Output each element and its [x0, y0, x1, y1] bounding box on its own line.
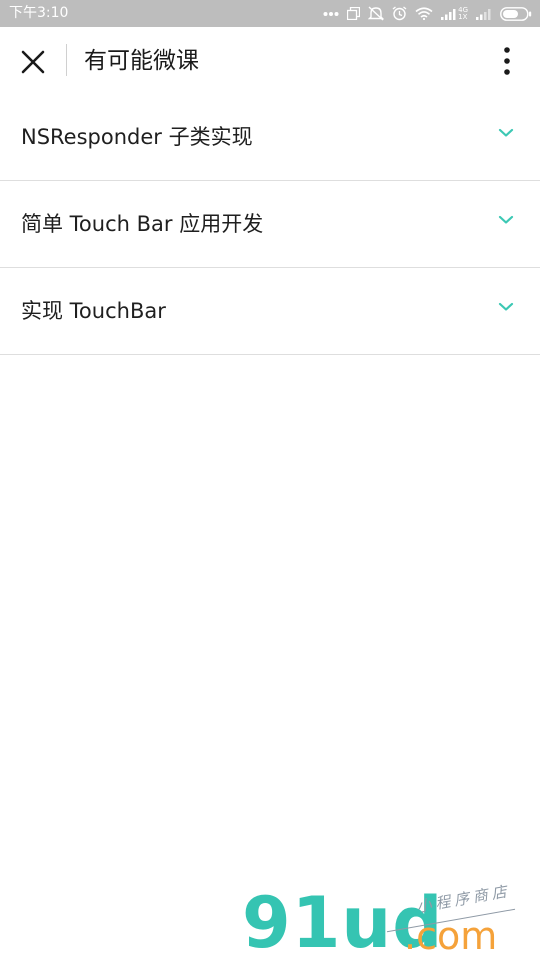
chevron-down-icon[interactable]	[498, 302, 514, 312]
list-item[interactable]: NSResponder 子类实现	[0, 94, 540, 181]
network-type: 4G 1X	[458, 5, 468, 21]
status-time: 下午3:10	[9, 5, 69, 21]
battery-icon	[500, 6, 532, 21]
screen-icon	[347, 7, 361, 20]
list-item[interactable]: 实现 TouchBar	[0, 268, 540, 355]
signal-icon	[476, 8, 491, 20]
wifi-icon	[415, 7, 433, 20]
more-options-button[interactable]	[496, 45, 518, 79]
more-dots-icon	[323, 11, 339, 16]
page-title: 有可能微课	[84, 48, 199, 74]
close-button[interactable]	[18, 47, 48, 77]
list-item-label: 实现 TouchBar	[21, 299, 166, 323]
alarm-icon	[392, 6, 407, 21]
nav-header: 有可能微课	[0, 27, 540, 95]
header-divider	[66, 44, 67, 76]
more-vertical-icon	[504, 47, 510, 75]
mute-icon	[368, 6, 385, 21]
watermark-domain: .com	[404, 914, 498, 958]
signal-icon	[441, 8, 456, 20]
close-icon	[21, 50, 45, 74]
status-bar: 下午3:10 4G 1X	[0, 0, 540, 27]
chevron-down-icon[interactable]	[498, 215, 514, 225]
list-item-label: NSResponder 子类实现	[21, 125, 253, 149]
list-item-label: 简单 Touch Bar 应用开发	[21, 212, 264, 236]
lesson-list: NSResponder 子类实现 简单 Touch Bar 应用开发 实现 To…	[0, 94, 540, 355]
list-item[interactable]: 简单 Touch Bar 应用开发	[0, 181, 540, 268]
chevron-down-icon[interactable]	[498, 128, 514, 138]
watermark-logo: 91ud .com 小程序商店	[236, 882, 536, 960]
status-icons: 4G 1X	[323, 4, 532, 23]
